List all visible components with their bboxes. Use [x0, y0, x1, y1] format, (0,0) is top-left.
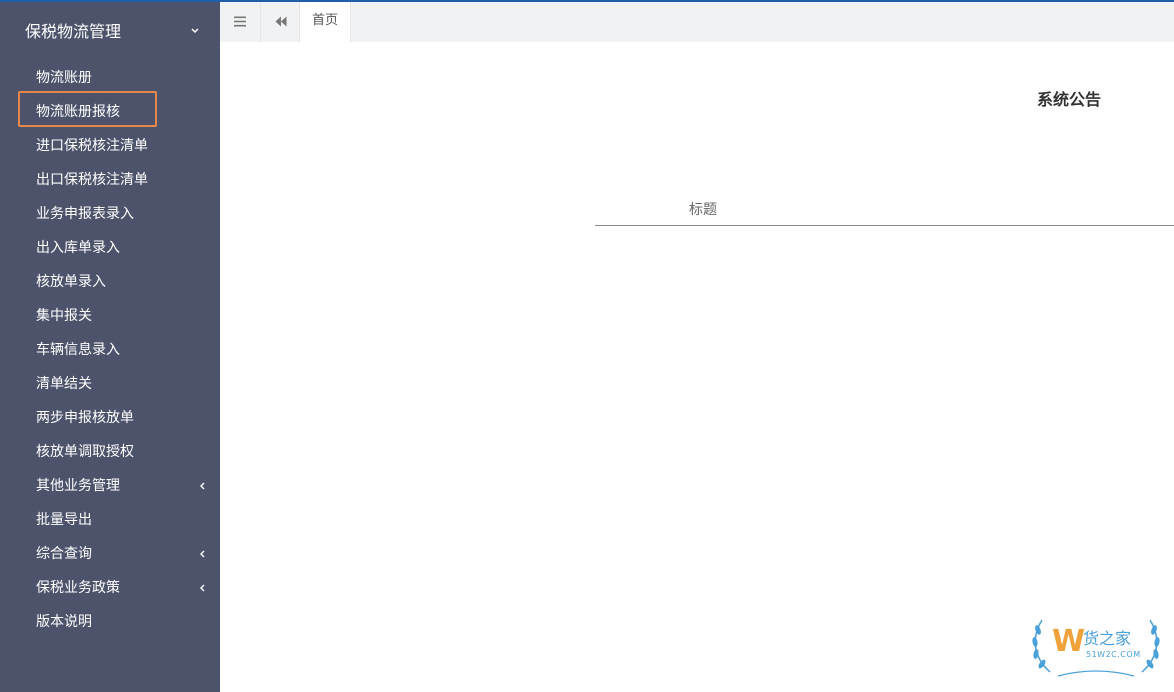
sidebar-item-label: 两步申报核放单	[36, 410, 134, 426]
sidebar-item-warehouse-inout-entry[interactable]: 出入库单录入	[0, 231, 220, 265]
sidebar-item-release-slip-authorization[interactable]: 核放单调取授权	[0, 435, 220, 469]
sidebar-item-two-step-release[interactable]: 两步申报核放单	[0, 401, 220, 435]
watermark-text-cn: 货之家	[1083, 629, 1132, 648]
announcement-table-header: 标题	[595, 196, 1174, 226]
sidebar-item-label: 综合查询	[36, 546, 92, 562]
sidebar-header[interactable]: 保税物流管理	[0, 2, 220, 60]
sidebar-item-vehicle-info-entry[interactable]: 车辆信息录入	[0, 333, 220, 367]
sidebar-item-label: 进口保税核注清单	[36, 138, 148, 154]
sidebar-item-bonded-policy[interactable]: 保税业务政策	[0, 571, 220, 605]
sidebar-item-label: 保税业务政策	[36, 580, 120, 596]
sidebar-nav: 物流账册 物流账册报核 进口保税核注清单 出口保税核注清单 业务申报表录入 出入…	[0, 61, 220, 639]
column-header-title: 标题	[689, 202, 717, 218]
sidebar-item-version-notes[interactable]: 版本说明	[0, 605, 220, 639]
sidebar-item-release-slip-entry[interactable]: 核放单录入	[0, 265, 220, 299]
chevron-left-icon	[200, 550, 205, 558]
sidebar-item-comprehensive-query[interactable]: 综合查询	[0, 537, 220, 571]
laurel-wreath-icon	[1032, 619, 1160, 677]
tab-home[interactable]: 首页	[300, 2, 351, 42]
watermark-letter: W	[1052, 624, 1086, 659]
sidebar-item-label: 版本说明	[36, 614, 92, 630]
sidebar-item-import-bonded-checklist[interactable]: 进口保税核注清单	[0, 129, 220, 163]
watermark-text-en: 51W2C.COM	[1086, 650, 1141, 659]
sidebar-item-export-bonded-checklist[interactable]: 出口保税核注清单	[0, 163, 220, 197]
sidebar-item-label: 集中报关	[36, 308, 92, 324]
sidebar-item-label: 物流账册报核	[36, 104, 120, 120]
tab-home-label: 首页	[312, 13, 339, 28]
sidebar-item-label: 核放单调取授权	[36, 444, 134, 460]
double-left-arrow-icon	[275, 16, 287, 27]
page-title: 系统公告	[1037, 90, 1102, 109]
sidebar: 保税物流管理 物流账册 物流账册报核 进口保税核注清单 出口保税核注清单 业务申…	[0, 2, 220, 692]
watermark-logo: W 货之家 51W2C.COM	[1028, 616, 1164, 680]
chevron-left-icon	[200, 482, 205, 490]
sidebar-item-label: 核放单录入	[36, 274, 106, 290]
sidebar-item-label: 批量导出	[36, 512, 92, 528]
sidebar-item-label: 出入库单录入	[36, 240, 120, 256]
sidebar-item-checklist-closure[interactable]: 清单结关	[0, 367, 220, 401]
sidebar-item-label: 其他业务管理	[36, 478, 120, 494]
sidebar-item-label: 物流账册	[36, 70, 92, 86]
chevron-left-icon	[200, 584, 205, 592]
sidebar-item-label: 车辆信息录入	[36, 342, 120, 358]
sidebar-header-label: 保税物流管理	[25, 22, 122, 41]
sidebar-item-label: 业务申报表录入	[36, 206, 134, 222]
sidebar-item-label: 清单结关	[36, 376, 92, 392]
sidebar-item-logistics-ledger[interactable]: 物流账册	[0, 61, 220, 95]
sidebar-item-batch-export[interactable]: 批量导出	[0, 503, 220, 537]
sidebar-item-business-declaration-entry[interactable]: 业务申报表录入	[0, 197, 220, 231]
chevron-down-icon	[191, 28, 199, 34]
sidebar-item-label: 出口保税核注清单	[36, 172, 148, 188]
tab-scroll-left-button[interactable]	[261, 2, 300, 42]
sidebar-item-logistics-ledger-verification[interactable]: 物流账册报核	[0, 95, 220, 129]
top-tab-bar: 首页	[220, 2, 1174, 42]
sidebar-item-centralized-declaration[interactable]: 集中报关	[0, 299, 220, 333]
sidebar-item-other-business[interactable]: 其他业务管理	[0, 469, 220, 503]
menu-toggle-button[interactable]	[220, 2, 261, 42]
hamburger-icon	[234, 16, 246, 27]
